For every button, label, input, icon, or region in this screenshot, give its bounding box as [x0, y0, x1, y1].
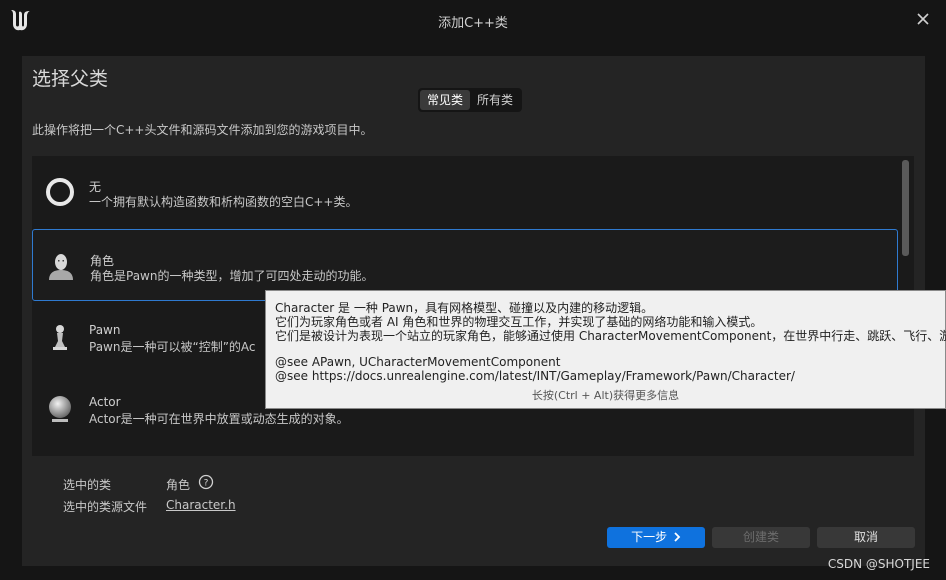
- list-item-none[interactable]: 无 一个拥有默认构造函数和析构函数的空白C++类。: [32, 156, 898, 228]
- close-icon[interactable]: [914, 10, 932, 28]
- window-title: 添加C++类: [438, 16, 508, 31]
- tooltip-hint: 长按(Ctrl + Alt)获得更多信息: [531, 389, 680, 402]
- cancel-button[interactable]: 取消: [817, 527, 915, 548]
- page-title: 选择父类: [32, 68, 109, 90]
- class-description: 一个拥有默认构造函数和析构函数的空白C++类。: [89, 195, 358, 209]
- source-file-link[interactable]: Character.h: [166, 498, 236, 512]
- selected-class-label: 选中的类: [63, 478, 112, 492]
- tooltip-line: @see https://docs.unrealengine.com/lates…: [275, 369, 795, 383]
- tab-common-classes[interactable]: 常见类: [420, 90, 471, 110]
- tab-all-classes[interactable]: 所有类: [470, 90, 520, 110]
- watermark: CSDN @SHOTJEE: [827, 557, 930, 571]
- class-description: Actor是一种可在世界中放置或动态生成的对象。: [89, 412, 349, 426]
- class-name: Pawn: [89, 323, 121, 337]
- title-bar: 添加C++类: [0, 0, 946, 42]
- class-description: Pawn是一种可以被“控制”的Ac: [89, 340, 256, 354]
- pawn-icon: [53, 325, 67, 350]
- next-button-label: 下一步: [631, 530, 668, 544]
- help-icon[interactable]: ?: [198, 474, 214, 490]
- ring-icon: [46, 178, 74, 206]
- dialog-description: 此操作将把一个C++头文件和源码文件添加到您的游戏项目中。: [32, 123, 373, 137]
- chevron-right-icon: [674, 532, 681, 542]
- next-button[interactable]: 下一步: [607, 527, 705, 548]
- selected-source-label: 选中的类源文件: [63, 500, 148, 514]
- class-tooltip: Character 是 一种 Pawn，具有网格模型、碰撞以及内建的移动逻辑。 …: [265, 290, 946, 409]
- list-scrollbar[interactable]: [902, 160, 909, 256]
- character-icon: [49, 254, 73, 280]
- selected-class-value: 角色: [166, 478, 191, 492]
- sphere-icon: [49, 396, 71, 422]
- tooltip-line: 它们是被设计为表现一个站立的玩家角色，能够通过使用 CharacterMovem…: [275, 329, 946, 343]
- class-name: Actor: [89, 395, 121, 409]
- svg-text:?: ?: [204, 479, 209, 489]
- class-filter-tabs: 常见类 所有类: [418, 88, 523, 112]
- class-description: 角色是Pawn的一种类型，增加了可四处走动的功能。: [90, 269, 374, 283]
- tooltip-line: @see APawn, UCharacterMovementComponent: [275, 355, 561, 369]
- create-class-button[interactable]: 创建类: [712, 527, 810, 548]
